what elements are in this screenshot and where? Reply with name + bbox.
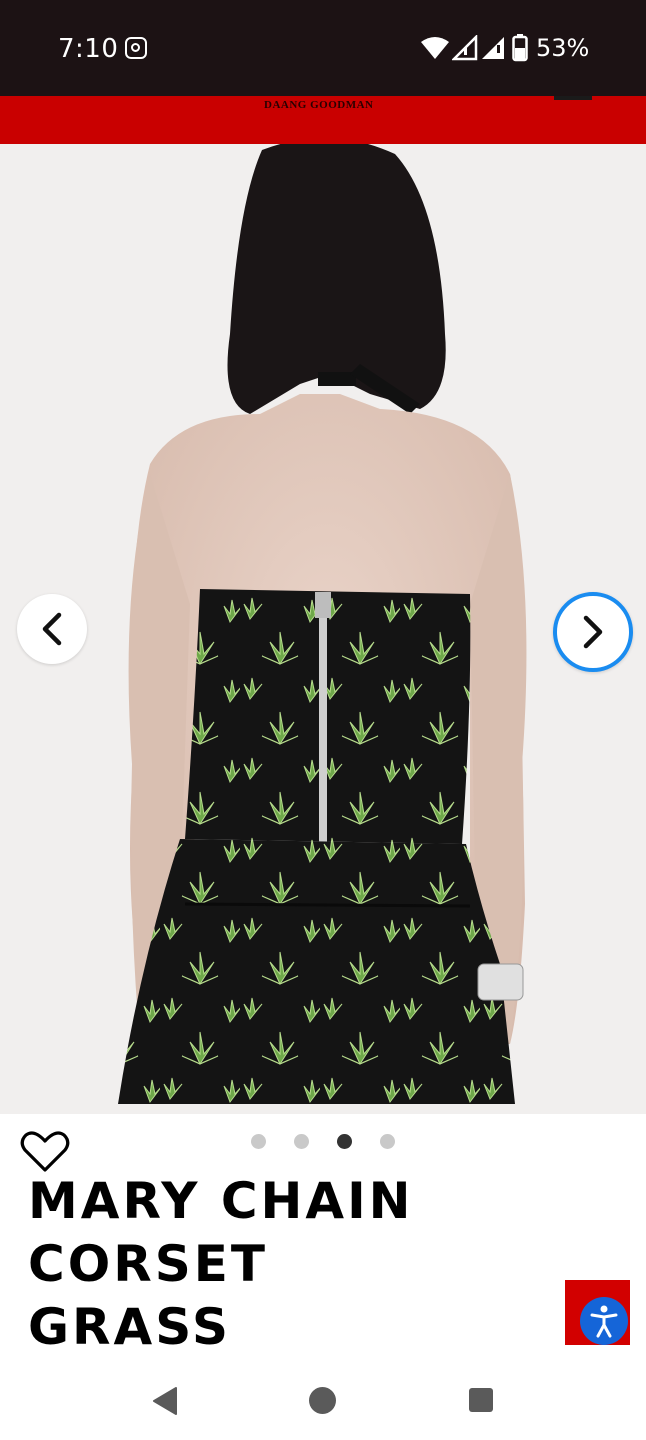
system-nav-bar — [0, 1362, 646, 1440]
chevron-right-icon — [583, 615, 603, 649]
instagram-icon — [125, 37, 147, 59]
signal-icon — [482, 37, 504, 59]
product-title-line: GRASS — [28, 1298, 232, 1356]
product-title-line: MARY CHAIN — [28, 1172, 414, 1230]
product-image[interactable] — [0, 144, 646, 1114]
status-icons — [420, 30, 528, 66]
carousel-indicator — [250, 1134, 400, 1150]
battery-percent: 53% — [536, 34, 590, 62]
recent-apps-icon[interactable] — [469, 1388, 493, 1412]
signal-icon — [452, 35, 478, 61]
wishlist-heart-icon[interactable] — [20, 1130, 70, 1174]
accessibility-button[interactable] — [580, 1297, 628, 1345]
brand-logo-subtitle: DAANG GOODMAN — [264, 99, 374, 111]
home-icon[interactable] — [309, 1387, 336, 1414]
carousel-dot[interactable] — [251, 1134, 266, 1149]
product-photo-illustration — [118, 144, 527, 1104]
menu-icon[interactable] — [554, 96, 592, 100]
site-header: DAANG GOODMAN — [0, 96, 646, 144]
carousel-dot[interactable] — [294, 1134, 309, 1149]
chevron-left-icon — [42, 612, 62, 646]
carousel-dot[interactable] — [380, 1134, 395, 1149]
accessibility-icon — [590, 1305, 618, 1338]
product-title-line: CORSET — [28, 1235, 268, 1293]
carousel-dot-active[interactable] — [337, 1134, 352, 1149]
battery-icon — [512, 34, 528, 62]
product-title: MARY CHAIN CORSET GRASS — [28, 1170, 588, 1359]
status-time: 7:10 — [58, 34, 119, 64]
wifi-icon — [421, 37, 449, 59]
carousel-next-button[interactable] — [553, 592, 633, 672]
carousel-prev-button[interactable] — [17, 594, 87, 664]
status-bar: 7:10 53% — [0, 0, 646, 96]
back-icon[interactable] — [150, 1386, 178, 1416]
